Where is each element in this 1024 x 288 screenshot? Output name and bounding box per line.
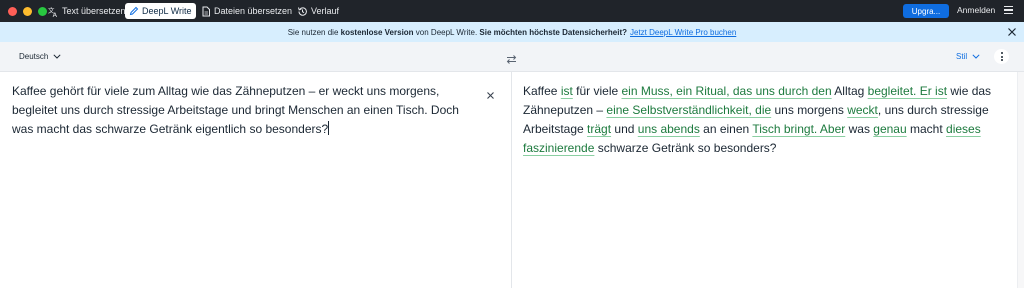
tab-deepl-write[interactable]: DeepL Write: [125, 3, 196, 19]
upgrade-button[interactable]: Upgra...: [903, 4, 949, 18]
tab-history[interactable]: Verlauf: [293, 3, 343, 19]
tab-files-translate[interactable]: Dateien übersetzen: [197, 3, 296, 19]
source-editor-pane[interactable]: Kaffee gehört für viele zum Alltag wie d…: [0, 72, 511, 288]
dot-icon: [1000, 58, 1003, 61]
style-select[interactable]: Stil: [956, 52, 980, 61]
dot-icon: [1000, 55, 1003, 58]
file-icon: [201, 6, 211, 17]
result-text-segment: uns morgens: [771, 103, 848, 117]
pro-upsell-banner: Sie nutzen die kostenlose Version von De…: [0, 22, 1024, 42]
close-icon[interactable]: [1007, 27, 1017, 37]
window-controls: [8, 6, 47, 16]
banner-text-middle: von DeepL Write.: [415, 27, 478, 37]
language-label: Deutsch: [19, 52, 49, 61]
result-text-segment: Alltag: [831, 84, 868, 98]
text-caret: [328, 121, 330, 135]
result-text-segment: für viele: [572, 84, 622, 98]
options-bar: Deutsch Stil: [0, 42, 1024, 72]
source-text-input[interactable]: Kaffee gehört für viele zum Alltag wie d…: [12, 82, 474, 139]
result-pane: Kaffee ist für viele ein Muss, ein Ritua…: [512, 72, 1024, 288]
result-text-segment: was: [845, 122, 874, 136]
banner-text-prefix: Sie nutzen die: [287, 27, 339, 37]
suggested-change[interactable]: begleitet. Er ist: [868, 84, 947, 98]
tab-label: DeepL Write: [142, 6, 192, 16]
suggested-change[interactable]: genau: [873, 122, 906, 136]
suggested-change[interactable]: ein Muss, ein Ritual, das uns durch den: [622, 84, 832, 98]
banner-free-version: kostenlose Version: [340, 27, 414, 37]
chevron-down-icon: [972, 52, 980, 61]
suggested-change[interactable]: ist: [561, 84, 573, 98]
svg-text:A: A: [53, 11, 58, 17]
clear-text-icon[interactable]: [486, 87, 495, 99]
login-button[interactable]: Anmelden: [957, 5, 995, 15]
more-options-button[interactable]: [994, 49, 1009, 64]
pen-icon: [129, 6, 139, 16]
history-icon: [297, 6, 308, 17]
style-label: Stil: [956, 52, 968, 61]
result-text-segment: schwarze Getränk so besonders?: [594, 141, 777, 155]
improved-text[interactable]: Kaffee ist für viele ein Muss, ein Ritua…: [523, 82, 993, 158]
buy-pro-link[interactable]: Jetzt DeepL Write Pro buchen: [630, 28, 736, 37]
swap-arrows-icon[interactable]: [506, 52, 517, 64]
banner-security-question: Sie möchten höchste Datensicherheit?: [479, 27, 627, 37]
scrollbar[interactable]: [1017, 72, 1024, 288]
suggested-change[interactable]: Tisch bringt. Aber: [752, 122, 845, 136]
minimize-window-button[interactable]: [23, 6, 32, 16]
title-bar: 文A Text übersetzen DeepL Write Dateien ü…: [0, 0, 1024, 22]
chevron-down-icon: [53, 52, 61, 61]
tab-label: Text übersetzen: [62, 6, 126, 16]
suggested-change[interactable]: trägt: [587, 122, 611, 136]
result-text-segment: macht: [906, 122, 947, 136]
app-window: 文A Text übersetzen DeepL Write Dateien ü…: [0, 0, 1024, 288]
dot-icon: [1000, 52, 1003, 55]
suggested-change[interactable]: eine Selbstverständlichkeit, die: [606, 103, 771, 117]
result-text-segment: Kaffee: [523, 84, 561, 98]
language-select[interactable]: Deutsch: [19, 52, 61, 61]
tab-label: Dateien übersetzen: [214, 6, 293, 16]
suggested-change[interactable]: uns abends: [638, 122, 700, 136]
result-text-segment: an einen: [699, 122, 753, 136]
suggested-change[interactable]: weckt: [847, 103, 878, 117]
tab-label: Verlauf: [311, 6, 340, 16]
close-window-button[interactable]: [8, 6, 17, 16]
hamburger-menu-icon[interactable]: [1004, 6, 1013, 15]
translate-icon: 文A: [48, 6, 59, 17]
tab-text-translate[interactable]: 文A Text übersetzen: [44, 3, 130, 19]
source-text: Kaffee gehört für viele zum Alltag wie d…: [12, 84, 459, 136]
result-text-segment: und: [611, 122, 638, 136]
